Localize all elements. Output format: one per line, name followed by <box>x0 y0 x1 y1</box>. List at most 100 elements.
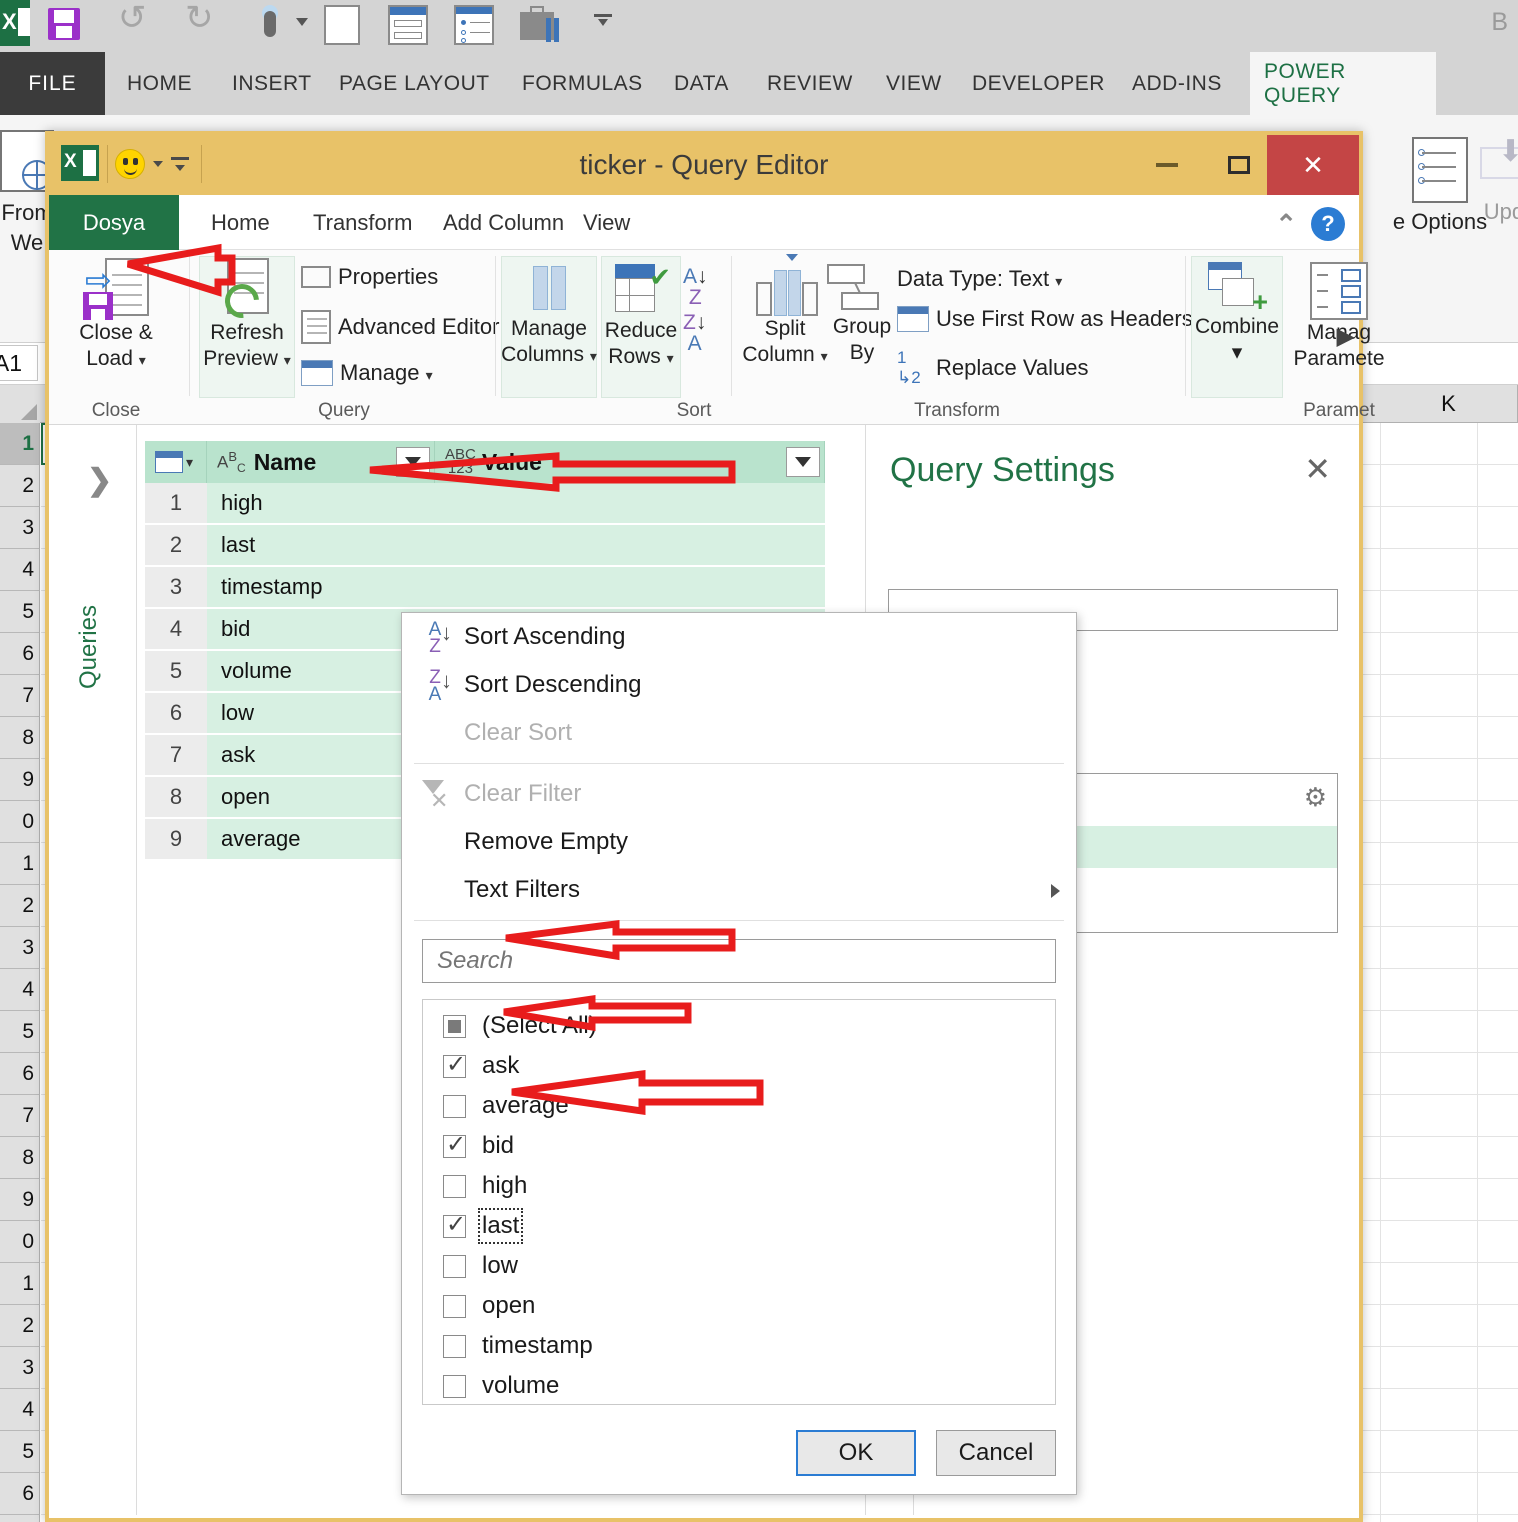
table-row[interactable]: 3 timestamp <box>145 567 825 609</box>
value-cell[interactable] <box>385 483 825 524</box>
value-column-filter-button[interactable] <box>786 447 820 477</box>
row-header[interactable]: 4 <box>0 969 40 1011</box>
tab-add-ins[interactable]: ADD-INS <box>1118 52 1236 115</box>
maximize-button[interactable] <box>1203 135 1275 195</box>
close-button[interactable]: ✕ <box>1267 135 1359 195</box>
cancel-button[interactable]: Cancel <box>936 1430 1056 1476</box>
filter-list-item[interactable]: last <box>423 1206 1055 1246</box>
row-header[interactable]: 4 <box>0 1389 40 1431</box>
checkbox-icon[interactable] <box>443 1130 466 1159</box>
reduce-rows-button[interactable]: ✔ Reduce Rows ▾ <box>601 262 681 371</box>
checkbox-icon[interactable] <box>443 1254 466 1278</box>
tab-formulas[interactable]: FORMULAS <box>508 52 657 115</box>
undo-icon[interactable]: ↺ <box>118 1 147 35</box>
checkbox-icon[interactable] <box>443 1294 466 1318</box>
row-header[interactable]: 5 <box>0 1011 40 1053</box>
menu-item-text-filters[interactable]: Text Filters <box>402 866 1076 914</box>
row-header[interactable]: 2 <box>0 1305 40 1347</box>
filter-list-item[interactable]: low <box>423 1246 1055 1286</box>
menu-item-remove-empty[interactable]: Remove Empty <box>402 818 1076 866</box>
row-header[interactable]: 3 <box>0 507 40 549</box>
tab-data[interactable]: DATA <box>660 52 743 115</box>
column-header-value[interactable]: ABC 123 Value <box>435 441 825 483</box>
query-settings-close-icon[interactable]: ✕ <box>1304 453 1331 485</box>
row-header[interactable]: 7 <box>0 675 40 717</box>
manage-button[interactable]: Manage ▾ <box>301 360 433 386</box>
properties-button[interactable]: Properties <box>301 264 438 290</box>
row-header[interactable]: 6 <box>0 1053 40 1095</box>
tab-review[interactable]: REVIEW <box>753 52 867 115</box>
filter-list-item[interactable]: volume <box>423 1366 1055 1404</box>
expand-queries-icon[interactable]: ❯ <box>87 463 112 498</box>
table-corner-cell[interactable]: ▾ <box>145 441 207 483</box>
row-header[interactable]: 6 <box>0 1473 40 1515</box>
touch-mode-caret-icon[interactable] <box>296 18 308 26</box>
value-cell[interactable] <box>385 525 825 566</box>
row-header[interactable]: 5 <box>0 1431 40 1473</box>
row-header[interactable]: 1 <box>0 1263 40 1305</box>
checkbox-icon[interactable] <box>443 1334 466 1358</box>
save-icon[interactable] <box>48 8 80 40</box>
search-input[interactable] <box>422 939 1056 983</box>
row-header[interactable]: 2 <box>0 885 40 927</box>
checkbox-icon[interactable] <box>443 1050 466 1079</box>
row-header[interactable]: 5 <box>0 591 40 633</box>
checkbox-icon[interactable] <box>443 1374 466 1398</box>
name-cell[interactable]: low <box>207 693 385 734</box>
column-header-k[interactable]: K <box>1380 385 1518 423</box>
filter-list-item[interactable]: average <box>423 1086 1055 1126</box>
tab-home[interactable]: HOME <box>113 52 206 115</box>
row-header[interactable]: 7 <box>0 1095 40 1137</box>
tab-qe-view[interactable]: View <box>567 195 646 250</box>
filter-list-item[interactable]: (Select All) <box>423 1006 1055 1046</box>
combine-button[interactable]: + Combine ▾ <box>1191 262 1283 366</box>
row-header[interactable]: 8 <box>0 1137 40 1179</box>
row-header[interactable]: 3 <box>0 1347 40 1389</box>
redo-icon[interactable]: ↻ <box>185 1 214 35</box>
filter-list-item[interactable]: ask <box>423 1046 1055 1086</box>
filter-value-list[interactable]: (Select All) ask average bid high last low open… <box>422 999 1056 1405</box>
row-header[interactable]: 7 <box>0 1515 40 1522</box>
column-header-name[interactable]: ABC Name <box>207 441 435 483</box>
filter-list-item[interactable]: timestamp <box>423 1326 1055 1366</box>
name-column-filter-button[interactable] <box>396 447 430 477</box>
menu-item-sort-ascending[interactable]: AZ ↓ Sort Ascending <box>402 613 1076 661</box>
group-by-button[interactable]: Group By <box>819 260 905 366</box>
sort-descending-ribbon-icon[interactable]: Z↓ A <box>683 312 706 354</box>
checkbox-icon[interactable] <box>443 1094 466 1118</box>
tab-dosya[interactable]: Dosya <box>49 195 179 250</box>
value-cell[interactable] <box>385 567 825 608</box>
row-header[interactable]: 1 <box>0 843 40 885</box>
data-type-button[interactable]: Data Type: Text ▾ <box>897 266 1062 292</box>
row-header[interactable]: 2 <box>0 465 40 507</box>
refresh-preview-button[interactable]: Refresh Preview ▾ <box>199 258 295 373</box>
tab-page-layout[interactable]: PAGE LAYOUT <box>325 52 504 115</box>
checkbox-icon[interactable] <box>443 1210 466 1239</box>
row-header[interactable]: 9 <box>0 1179 40 1221</box>
name-cell[interactable]: last <box>207 525 385 566</box>
tab-qe-transform[interactable]: Transform <box>297 195 428 250</box>
checkbox-icon[interactable] <box>443 1174 466 1198</box>
name-cell[interactable]: open <box>207 777 385 818</box>
row-header[interactable]: 8 <box>0 717 40 759</box>
tools-icon[interactable] <box>520 6 562 44</box>
manage-columns-button[interactable]: Manage Columns ▾ <box>501 262 597 369</box>
filter-list-item[interactable]: bid <box>423 1126 1055 1166</box>
customize-qat-icon[interactable] <box>594 14 612 26</box>
name-cell[interactable]: bid <box>207 609 385 650</box>
filter-list-item[interactable]: high <box>423 1166 1055 1206</box>
row-header[interactable]: 4 <box>0 549 40 591</box>
table-row[interactable]: 2 last <box>145 525 825 567</box>
combine-caret-icon[interactable]: ▾ <box>1191 340 1283 366</box>
name-cell[interactable]: average <box>207 819 385 860</box>
tab-insert[interactable]: INSERT <box>218 52 326 115</box>
tab-qe-add-column[interactable]: Add Column <box>427 195 580 250</box>
sort-ascending-ribbon-icon[interactable]: A↓ Z <box>683 266 708 308</box>
use-first-row-as-headers-button[interactable]: Use First Row as Headers ▾ <box>897 306 1206 332</box>
manage-parameters-button[interactable]: Manag Paramete <box>1289 262 1389 372</box>
select-all-corner[interactable] <box>0 385 40 423</box>
advanced-editor-button[interactable]: Advanced Editor <box>301 310 499 344</box>
filter-list-item[interactable]: open <box>423 1286 1055 1326</box>
new-icon[interactable] <box>324 5 360 45</box>
close-and-load-button[interactable]: ⇨ Close & Load ▾ <box>61 258 171 373</box>
